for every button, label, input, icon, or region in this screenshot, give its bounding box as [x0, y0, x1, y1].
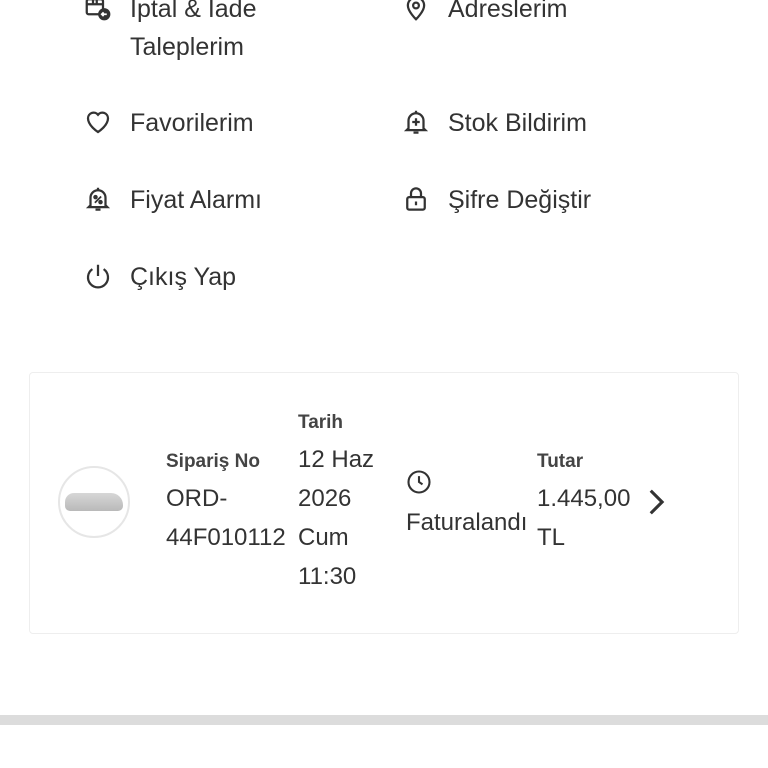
bell-percent-icon [80, 181, 116, 217]
order-no-label: Sipariş No [166, 451, 260, 472]
menu-label: Favorilerim [130, 109, 254, 137]
menu-label: Şifre Değiştir [448, 186, 592, 214]
menu-item-cikis-yap[interactable]: Çıkış Yap [80, 258, 236, 296]
menu-item-iptal-iade[interactable]: İptal & İade Taleplerim [80, 0, 256, 66]
menu-label: Çıkış Yap [130, 263, 237, 291]
return-package-icon [80, 0, 116, 26]
lock-icon [398, 181, 434, 217]
order-amount-value: 1.445,00 TL [537, 485, 631, 551]
menu-label: İptal & İade Taleplerim [130, 0, 257, 61]
heart-icon [80, 104, 116, 140]
menu-item-fiyat-alarmi[interactable]: Fiyat Alarmı [80, 181, 262, 219]
chevron-right-icon[interactable] [638, 484, 672, 520]
menu-item-sifre-degistir[interactable]: Şifre Değiştir [398, 181, 591, 219]
bell-plus-icon [398, 104, 434, 140]
order-amount-label: Tutar [537, 451, 584, 472]
order-date-label: Tarih [298, 412, 344, 433]
product-thumbnail [58, 466, 130, 538]
menu-item-favorilerim[interactable]: Favorilerim [80, 104, 254, 142]
menu-label: Stok Bildirim [448, 109, 587, 137]
location-pin-icon [398, 0, 434, 26]
menu-item-stok-bildirim[interactable]: Stok Bildirim [398, 104, 587, 142]
product-image [65, 493, 123, 511]
clock-icon [407, 470, 431, 494]
order-card[interactable] [29, 372, 739, 634]
power-icon [80, 258, 116, 294]
order-status: Faturalandı [406, 509, 528, 536]
menu-item-adreslerim[interactable]: Adreslerim [398, 0, 567, 28]
order-date-value: 12 Haz 2026 Cum 11:30 [298, 446, 375, 590]
order-no-value: ORD- 44F010112 [166, 485, 286, 551]
menu-label: Adreslerim [448, 0, 568, 23]
menu-label: Fiyat Alarmı [130, 186, 262, 214]
section-divider [0, 715, 768, 725]
